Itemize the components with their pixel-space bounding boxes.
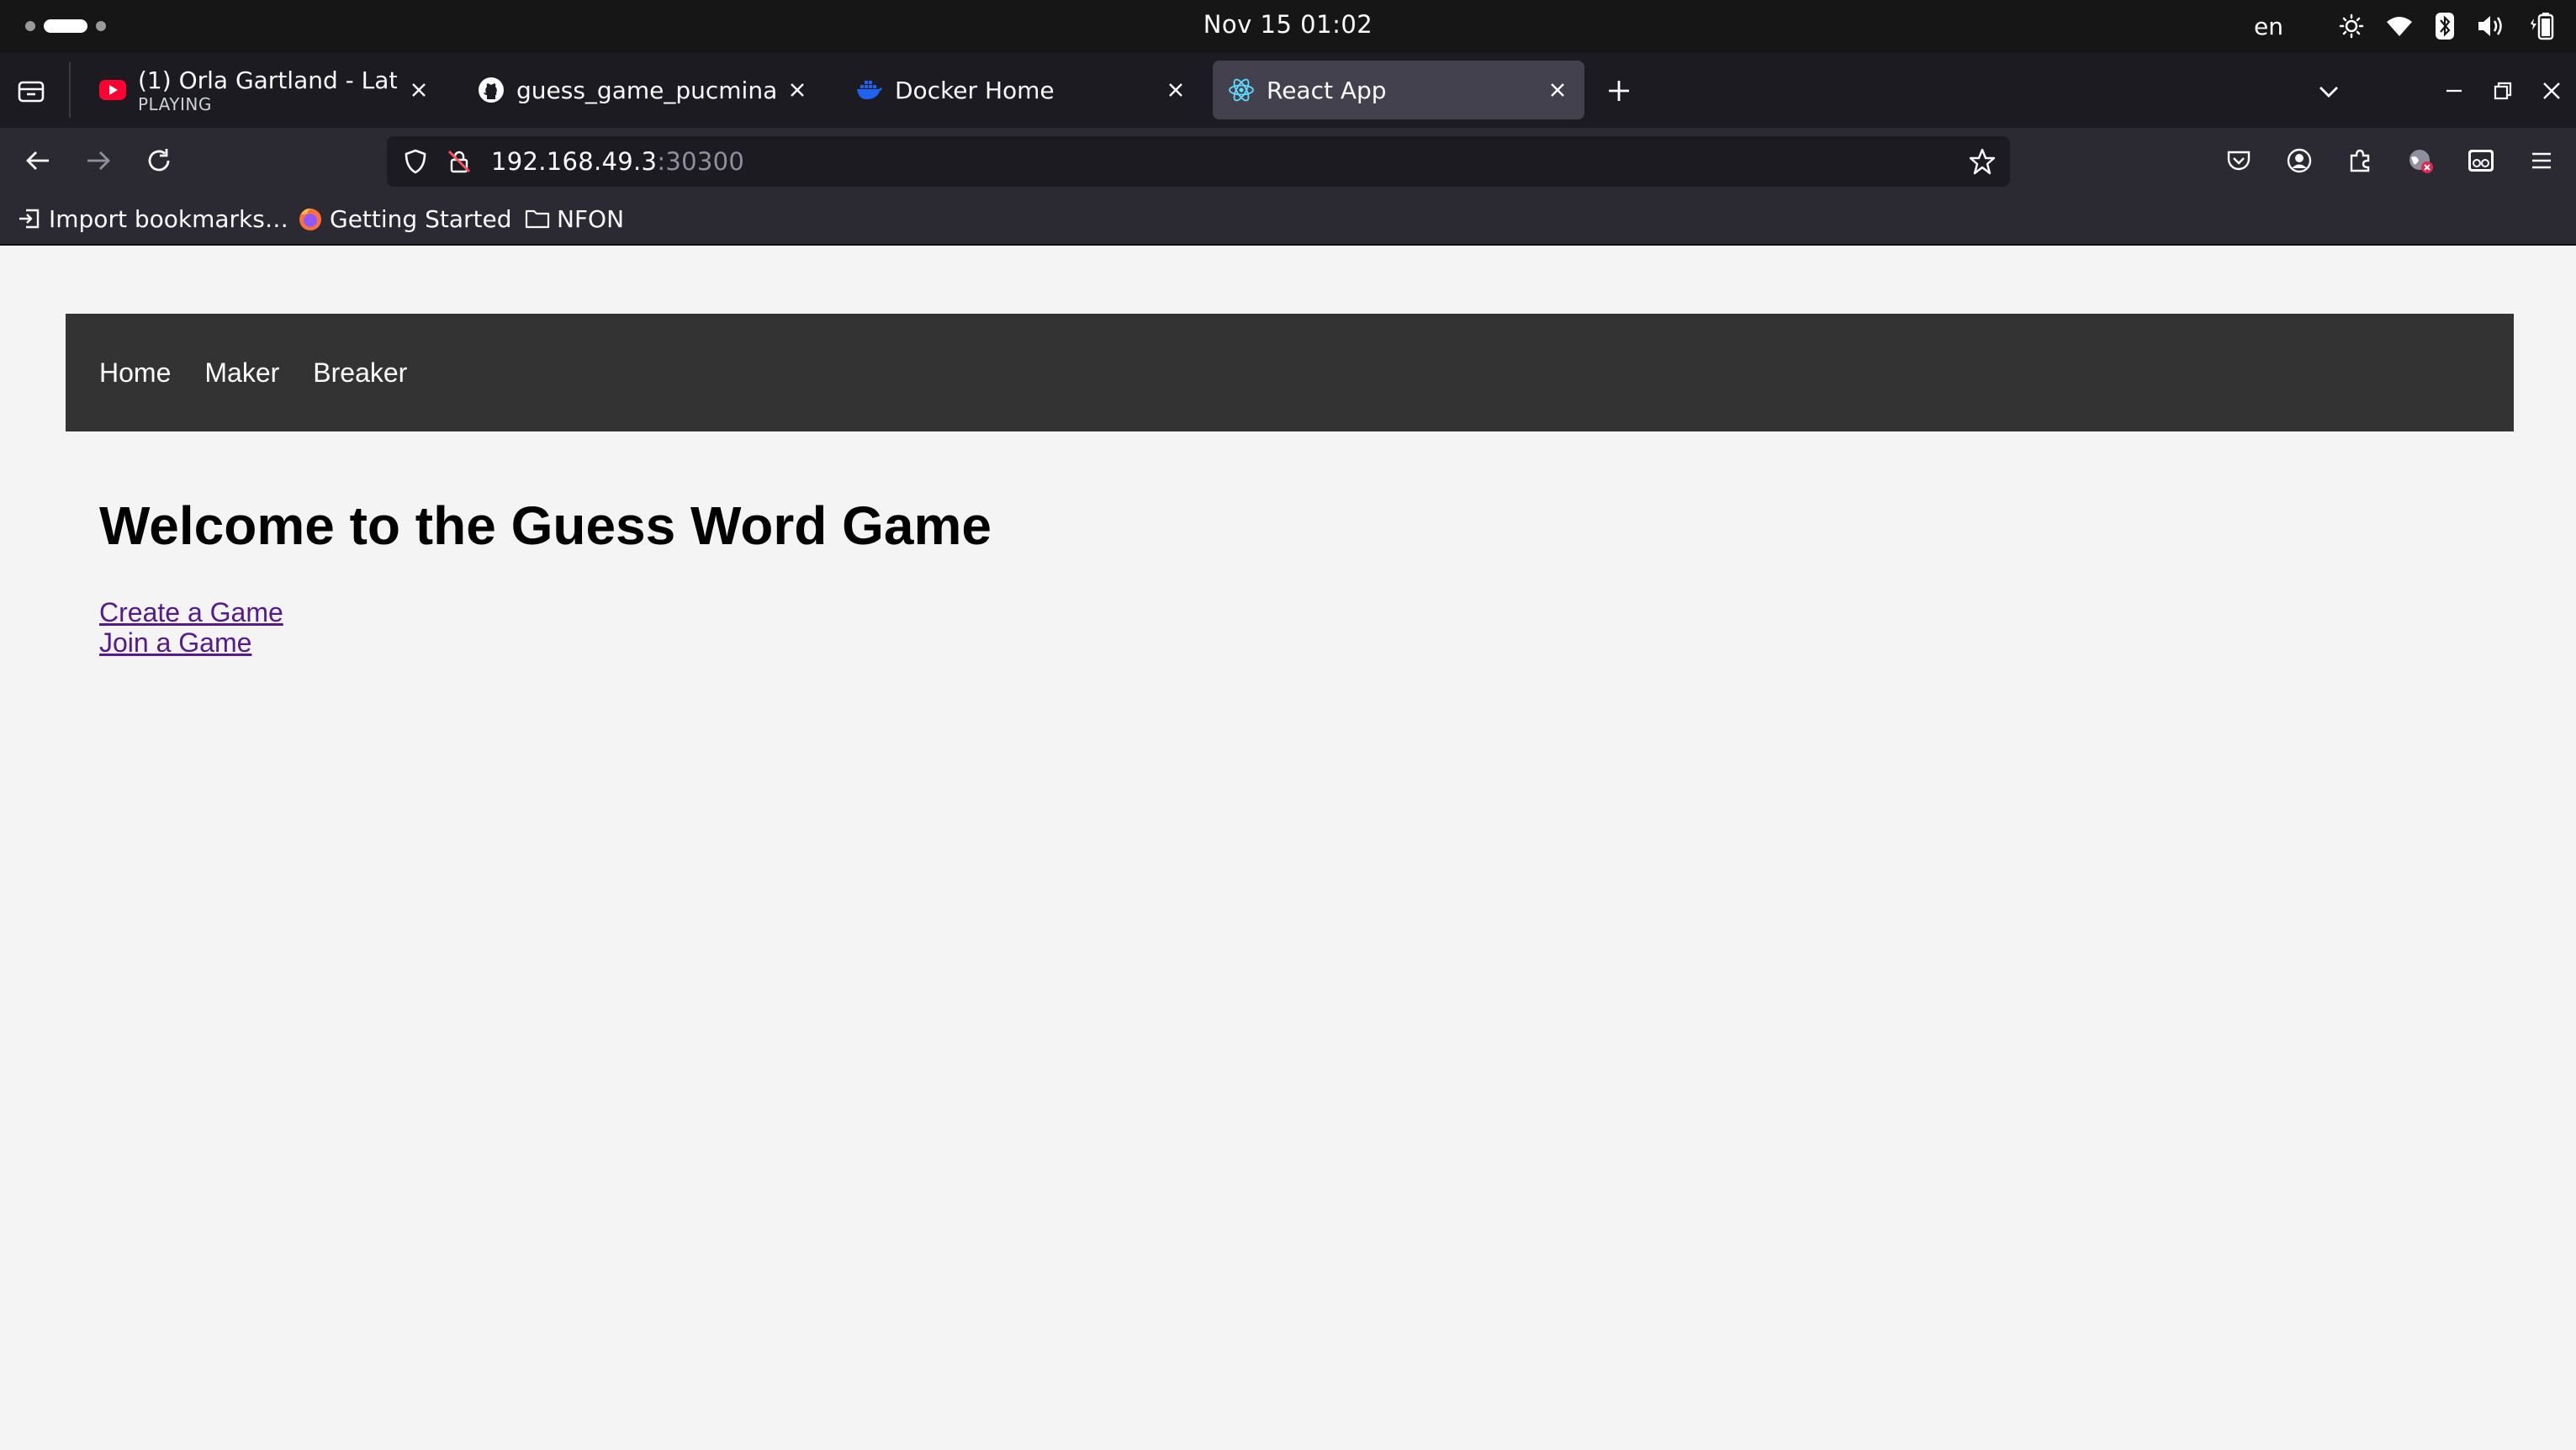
reader-extension-icon[interactable] <box>2463 143 2499 178</box>
url-host: 192.168.49.3 <box>491 147 658 176</box>
bookmark-getting-started[interactable]: Getting Started <box>298 204 511 234</box>
battery-icon <box>2527 12 2554 40</box>
bookmark-label: NFON <box>557 204 625 233</box>
nav-link-home[interactable]: Home <box>99 357 171 389</box>
extension-globe-icon[interactable] <box>2403 143 2438 178</box>
tab-react-app[interactable]: React App <box>1213 61 1584 119</box>
game-links: Create a Game Join a Game <box>99 597 283 658</box>
docker-icon <box>856 77 883 103</box>
nav-link-breaker[interactable]: Breaker <box>313 357 407 389</box>
bookmark-import[interactable]: Import bookmarks… <box>17 204 288 234</box>
system-tray[interactable]: en <box>2254 10 2554 42</box>
tab-separator <box>69 62 71 118</box>
close-tab-icon[interactable] <box>1546 78 1569 102</box>
firefox-icon <box>298 206 323 231</box>
reload-icon[interactable] <box>141 143 177 178</box>
tab-title: (1) Orla Gartland - Late to <box>138 66 397 94</box>
page-title: Welcome to the Guess Word Game <box>99 495 992 556</box>
navigation-toolbar: 192.168.49.3:30300 <box>0 128 2576 193</box>
pocket-icon[interactable] <box>2221 143 2256 178</box>
clock[interactable]: Nov 15 01:02 <box>0 10 2576 39</box>
tab-strip: (1) Orla Gartland - Late to PLAYING gues… <box>0 52 2576 128</box>
close-window-icon[interactable] <box>2527 72 2576 109</box>
react-icon <box>1228 77 1255 103</box>
bookmark-star-icon[interactable] <box>1968 147 1997 179</box>
new-tab-button[interactable] <box>1605 77 1633 105</box>
site-nav-bar: Home Maker Breaker <box>66 314 2514 431</box>
keyboard-language[interactable]: en <box>2254 13 2283 40</box>
volume-icon <box>2477 13 2505 39</box>
nav-link-maker[interactable]: Maker <box>204 357 279 389</box>
tab-youtube[interactable]: (1) Orla Gartland - Late to PLAYING <box>84 61 446 119</box>
toolbar-actions <box>2221 143 2559 178</box>
folder-icon <box>525 206 550 231</box>
close-tab-icon[interactable] <box>785 78 809 102</box>
firefox-view-button[interactable] <box>15 75 47 107</box>
bookmark-label: Getting Started <box>330 204 512 233</box>
system-top-bar: Nov 15 01:02 en <box>0 0 2576 52</box>
bookmark-label: Import bookmarks… <box>49 204 288 233</box>
account-icon[interactable] <box>2282 143 2317 178</box>
restore-icon[interactable] <box>2478 72 2527 109</box>
bluetooth-icon <box>2435 12 2455 40</box>
bookmark-folder-nfon[interactable]: NFON <box>525 204 624 234</box>
bookmarks-toolbar: Import bookmarks… Getting Started NFON <box>0 193 2576 246</box>
youtube-icon <box>99 77 126 103</box>
wifi-icon <box>2386 14 2413 38</box>
window-controls <box>2430 72 2576 109</box>
url-bar[interactable]: 192.168.49.3:30300 <box>387 136 2010 187</box>
extensions-puzzle-icon[interactable] <box>2342 143 2378 178</box>
url-port: :30300 <box>657 147 745 176</box>
url-text[interactable]: 192.168.49.3:30300 <box>491 147 744 176</box>
back-arrow-icon[interactable] <box>20 143 56 178</box>
close-tab-icon[interactable] <box>407 78 431 102</box>
create-game-link[interactable]: Create a Game <box>99 597 283 627</box>
list-all-tabs-chevron-down-icon[interactable] <box>2314 77 2343 106</box>
github-icon <box>478 77 505 103</box>
tab-github[interactable]: guess_game_pucminas/F <box>463 61 824 119</box>
night-light-icon <box>2339 13 2364 39</box>
import-icon <box>17 206 42 231</box>
minimize-icon[interactable] <box>2430 72 2478 109</box>
tab-playing-label: PLAYING <box>138 93 212 114</box>
tab-title: React App <box>1267 76 1387 104</box>
tracking-protection-shield-icon[interactable] <box>402 148 429 178</box>
forward-arrow-icon[interactable] <box>81 143 116 178</box>
insecure-lock-icon[interactable] <box>446 148 473 178</box>
tab-title: Docker Home <box>895 76 1055 104</box>
tab-docker[interactable]: Docker Home <box>841 61 1203 119</box>
join-game-link[interactable]: Join a Game <box>99 627 283 658</box>
tab-title: guess_game_pucminas/F <box>516 76 775 104</box>
hamburger-menu-icon[interactable] <box>2524 143 2559 178</box>
close-tab-icon[interactable] <box>1164 78 1187 102</box>
